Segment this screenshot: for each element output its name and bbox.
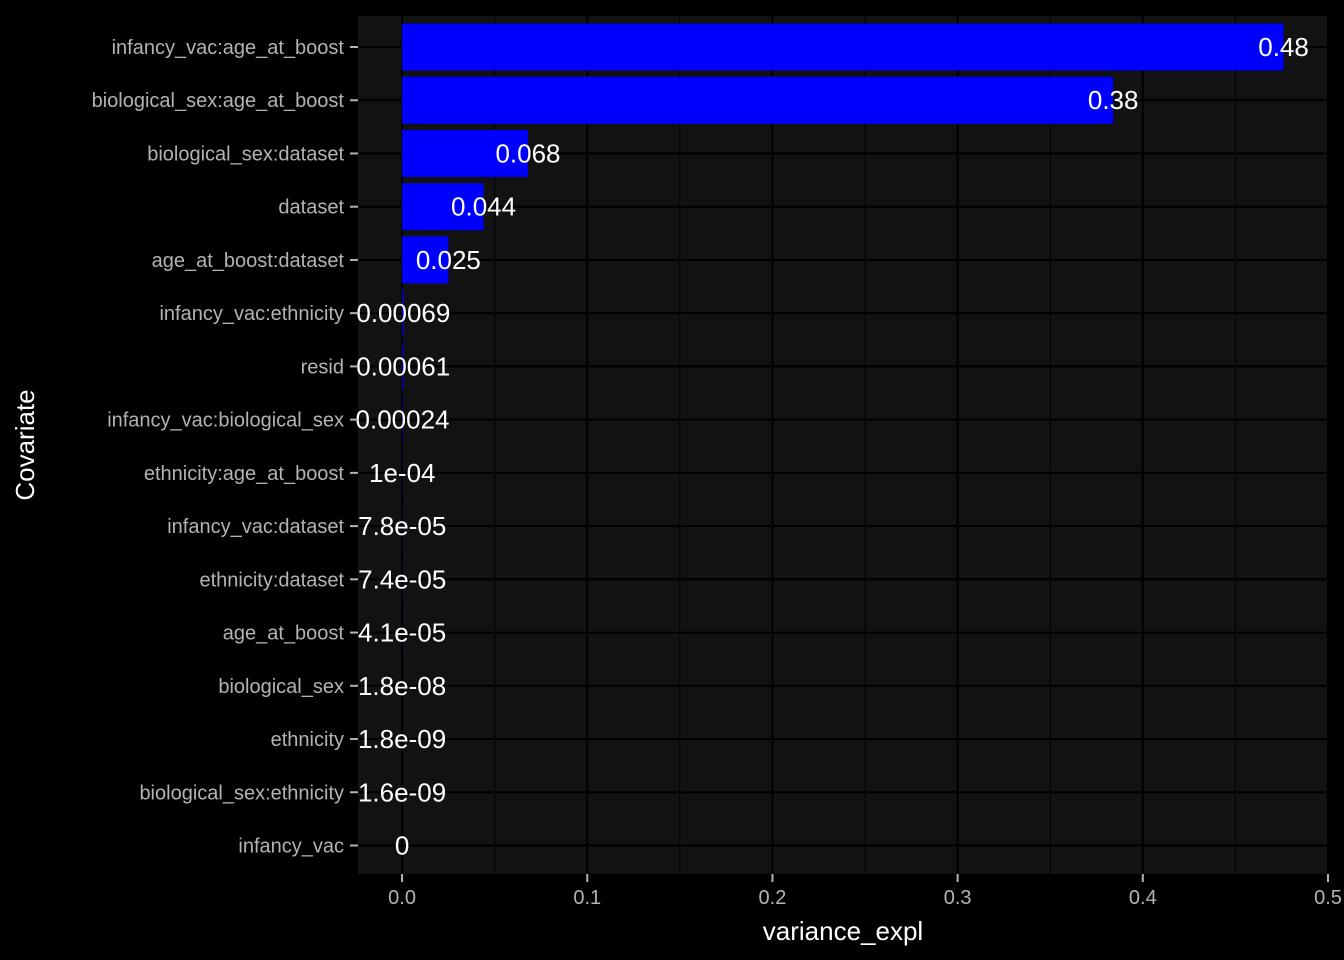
y-tick-label: age_at_boost:dataset <box>152 250 345 272</box>
y-tick-label: infancy_vac <box>238 836 344 858</box>
bar-value-label: 0.00024 <box>356 405 450 435</box>
bar-value-label: 4.1e-05 <box>358 618 446 648</box>
y-tick-label: biological_sex <box>218 676 344 698</box>
y-tick-label: resid <box>301 356 344 378</box>
bar-value-label: 0.48 <box>1258 32 1309 62</box>
bar-value-label: 0 <box>395 831 409 861</box>
bar-value-label: 0.00061 <box>356 351 450 381</box>
x-tick-label: 0.2 <box>759 887 787 909</box>
x-tick-label: 0.4 <box>1129 887 1157 909</box>
bar-value-label: 0.38 <box>1088 85 1139 115</box>
y-tick-label: ethnicity <box>271 729 344 751</box>
bar <box>402 76 1114 124</box>
y-axis: infancy_vac:age_at_boost biological_sex:a… <box>92 37 358 858</box>
y-tick-label: infancy_vac:ethnicity <box>159 303 344 325</box>
x-tick-label: 0.3 <box>944 887 972 909</box>
bar-value-label: 1.8e-08 <box>358 671 446 701</box>
bar-value-label: 1e-04 <box>369 458 436 488</box>
y-axis-title: Covariate <box>10 389 40 500</box>
y-tick-label: ethnicity:dataset <box>199 569 344 591</box>
x-tick-label: 0.5 <box>1314 887 1342 909</box>
bar-value-label: 1.6e-09 <box>358 777 446 807</box>
y-tick-label: infancy_vac:dataset <box>167 516 344 538</box>
x-tick-label: 0.1 <box>573 887 601 909</box>
x-tick-label: 0.0 <box>388 887 416 909</box>
y-tick-label: biological_sex:ethnicity <box>139 782 344 804</box>
bar-value-label: 7.4e-05 <box>358 564 446 594</box>
bar-value-label: 7.8e-05 <box>358 511 446 541</box>
bar-value-label: 0.044 <box>451 192 516 222</box>
y-tick-label: infancy_vac:biological_sex <box>107 410 344 432</box>
bar-value-label: 1.8e-09 <box>358 724 446 754</box>
y-tick-label: dataset <box>278 197 344 219</box>
y-tick-label: age_at_boost <box>223 623 345 645</box>
y-tick-label: biological_sex:age_at_boost <box>92 90 345 112</box>
y-tick-label: infancy_vac:age_at_boost <box>112 37 345 59</box>
bar-value-label: 0.025 <box>416 245 481 275</box>
x-axis: 0.0 0.1 0.2 0.3 0.4 0.5 <box>388 874 1342 909</box>
bar-chart: 0.48 0.38 0.068 0.044 0.025 0.00069 0.00061 0.0… <box>10 16 1342 946</box>
y-tick-label: ethnicity:age_at_boost <box>144 463 345 485</box>
bar-value-label: 0.00069 <box>356 298 450 328</box>
y-tick-label: biological_sex:dataset <box>147 143 344 165</box>
bar-value-label: 0.068 <box>495 138 560 168</box>
x-axis-title: variance_expl <box>763 916 923 946</box>
bar <box>402 23 1284 71</box>
